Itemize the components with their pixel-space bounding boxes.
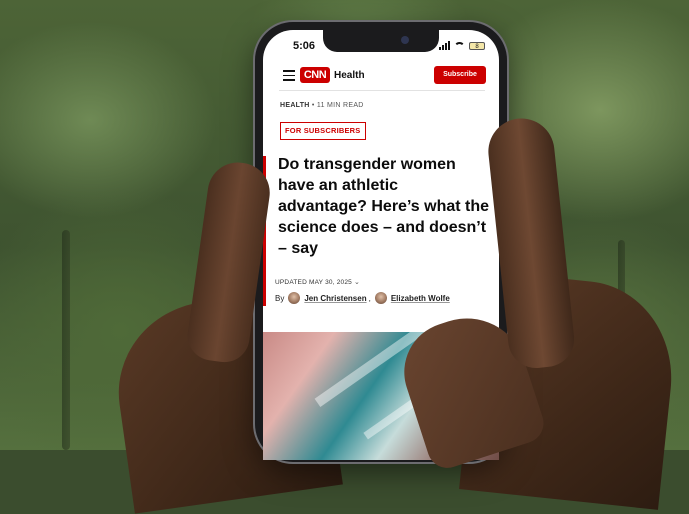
updated-date[interactable]: UPDATED MAY 30, 2025 ⌄ (275, 278, 360, 286)
author-link[interactable]: Elizabeth Wolfe (391, 294, 450, 303)
status-icons: 8 (439, 41, 485, 50)
byline: By Jen Christensen , Elizabeth Wolfe (275, 292, 450, 304)
read-time: 11 MIN READ (316, 102, 364, 109)
wifi-icon (454, 41, 465, 50)
section-title[interactable]: Health (334, 70, 365, 81)
battery-icon: 8 (469, 41, 485, 50)
chevron-down-icon: ⌄ (354, 279, 361, 286)
camera (401, 36, 409, 44)
site-header: CNN Health Subscribe (263, 64, 499, 88)
article-headline: Do transgender women have an athletic ad… (278, 156, 490, 257)
tree-trunk (62, 230, 70, 450)
author-avatar (374, 292, 387, 304)
status-time: 5:06 (293, 40, 316, 52)
menu-icon[interactable] (283, 70, 295, 81)
header-divider (279, 90, 485, 91)
signal-icon (439, 41, 450, 50)
article-kicker: HEALTH • 11 MIN READ (280, 102, 364, 109)
author-separator: , (368, 293, 371, 303)
author-link[interactable]: Jen Christensen (304, 294, 366, 303)
phone-notch (323, 30, 439, 52)
category-label[interactable]: HEALTH (280, 102, 310, 109)
subscriber-badge: FOR SUBSCRIBERS (280, 122, 366, 140)
author-avatar (288, 292, 301, 304)
cnn-logo[interactable]: CNN (300, 67, 330, 83)
by-label: By (275, 293, 285, 303)
subscribe-button[interactable]: Subscribe (434, 66, 486, 84)
